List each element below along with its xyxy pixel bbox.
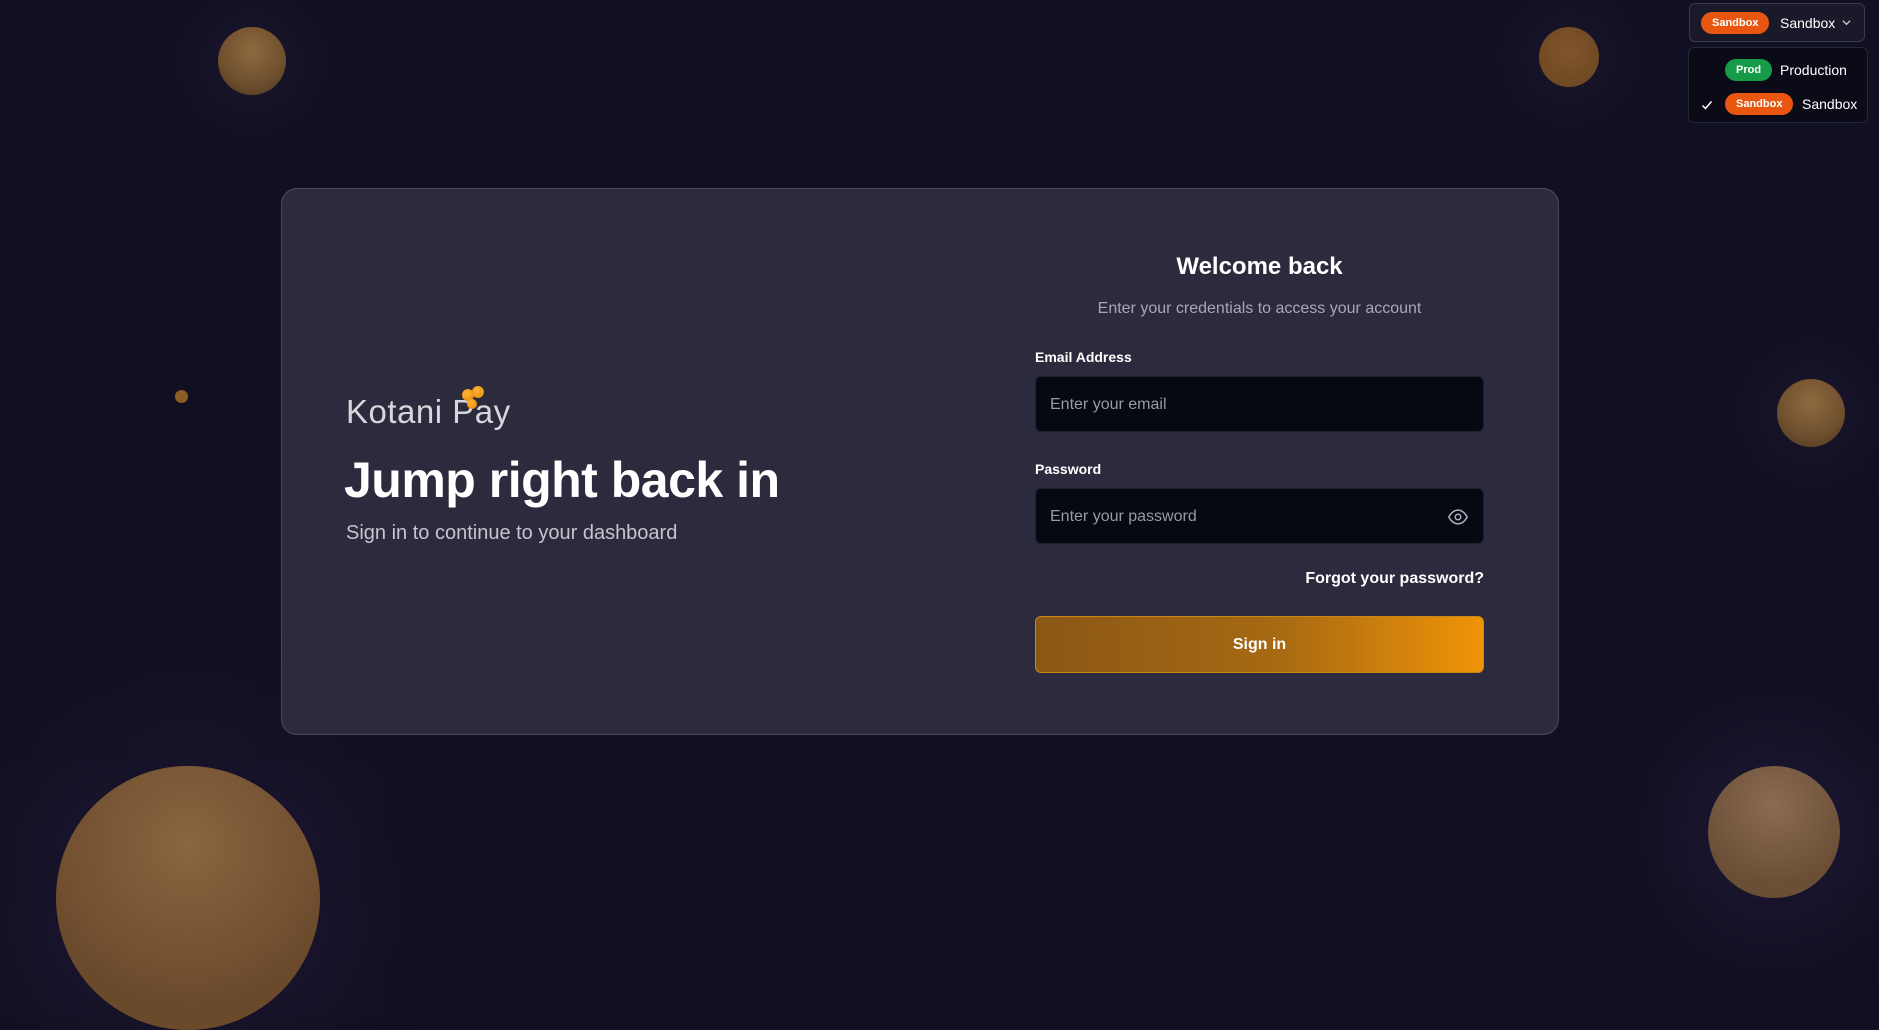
decorative-orb: [1539, 27, 1599, 87]
sign-in-button[interactable]: Sign in: [1035, 616, 1484, 673]
form-subtitle: Enter your credentials to access your ac…: [1097, 300, 1422, 317]
forgot-password-link[interactable]: Forgot your password?: [1305, 570, 1484, 588]
password-field[interactable]: [1048, 489, 1432, 545]
environment-option-sandbox[interactable]: Sandbox Sandbox: [1689, 88, 1867, 120]
environment-option-production[interactable]: Prod Production: [1689, 54, 1867, 86]
decorative-orb: [1708, 766, 1840, 898]
logo-dot: [472, 386, 484, 398]
login-card: Kotani Pay Jump right back in Sign in to…: [281, 188, 1559, 735]
decorative-orb: [56, 766, 320, 1030]
email-field[interactable]: [1048, 377, 1432, 433]
sandbox-badge: Sandbox: [1701, 12, 1770, 34]
chevron-down-icon: [1842, 20, 1851, 26]
decorative-orb: [175, 390, 188, 403]
environment-option-label: Production: [1780, 62, 1847, 78]
environment-switcher-button[interactable]: Sandbox Sandbox: [1689, 3, 1865, 42]
decorative-orb: [1777, 379, 1845, 447]
hero-title: Jump right back in: [344, 452, 780, 508]
eye-icon[interactable]: [1447, 506, 1469, 528]
password-field-wrapper: [1035, 488, 1484, 545]
environment-menu: Prod Production Sandbox Sandbox: [1688, 47, 1868, 123]
logo-dot: [467, 399, 477, 409]
sandbox-badge: Sandbox: [1725, 93, 1794, 115]
hero-subtitle: Sign in to continue to your dashboard: [346, 522, 678, 544]
email-field-wrapper: [1035, 376, 1484, 433]
prod-badge: Prod: [1725, 59, 1773, 81]
logo-wordmark: Kotani Pay: [346, 393, 511, 430]
environment-option-label: Sandbox: [1802, 96, 1858, 112]
current-environment-label: Sandbox: [1780, 15, 1836, 31]
email-label: Email Address: [1035, 349, 1132, 365]
decorative-orb: [218, 27, 286, 95]
kotani-pay-logo: Kotani Pay: [346, 379, 516, 430]
password-label: Password: [1035, 461, 1102, 477]
form-title: Welcome back: [1176, 253, 1343, 280]
check-icon: [1701, 101, 1713, 110]
